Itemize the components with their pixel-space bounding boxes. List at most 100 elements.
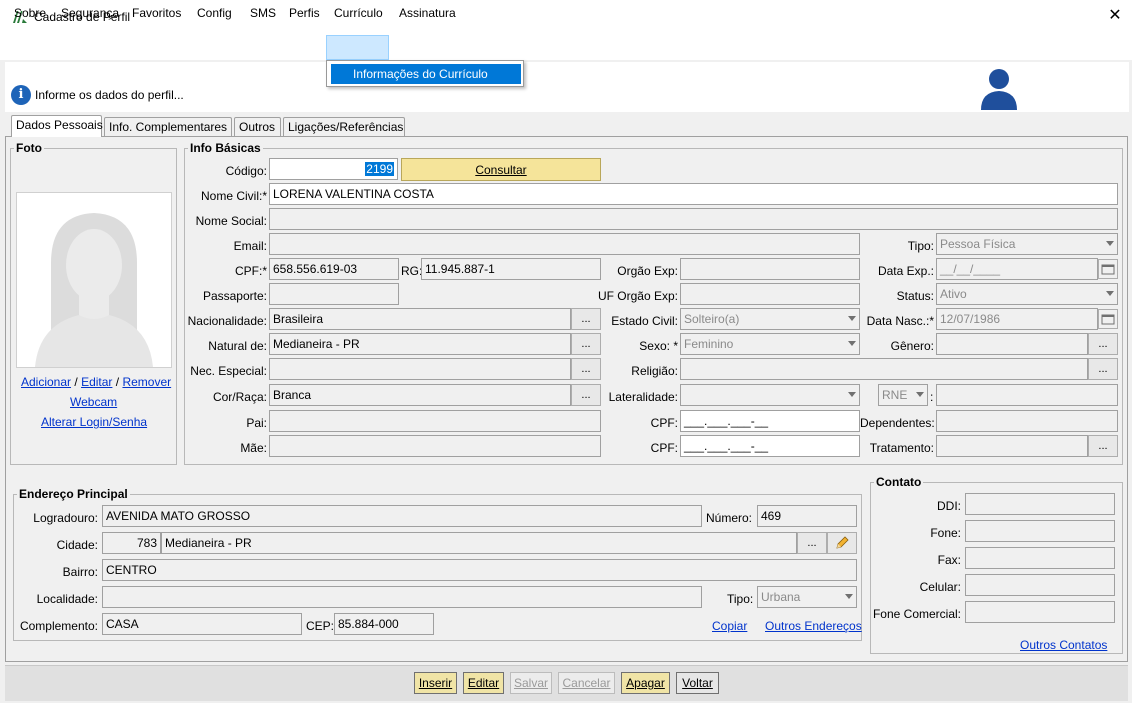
rne-input[interactable]: [936, 384, 1118, 406]
inserir-button[interactable]: Inserir: [414, 672, 457, 694]
tipo-select[interactable]: Pessoa Física: [936, 233, 1118, 255]
salvar-button[interactable]: Salvar: [510, 672, 552, 694]
logradouro-label: Logradouro:: [33, 511, 98, 525]
religiao-lookup-button[interactable]: ...: [1088, 358, 1118, 380]
localidade-input[interactable]: [102, 586, 702, 608]
tratamento-input[interactable]: [936, 435, 1088, 457]
cancelar-button[interactable]: Cancelar: [558, 672, 615, 694]
apagar-button[interactable]: Apagar: [621, 672, 670, 694]
consultar-button[interactable]: Consultar: [401, 158, 601, 181]
orgao-exp-input[interactable]: [680, 258, 860, 280]
cor-raca-input[interactable]: Branca: [269, 384, 571, 406]
cpf-mae-label: CPF:: [650, 441, 678, 455]
fax-input[interactable]: [965, 547, 1115, 569]
natural-lookup-button[interactable]: ...: [571, 333, 601, 355]
cpf-pai-input[interactable]: ___.___.___-__: [680, 410, 860, 432]
complemento-input[interactable]: CASA: [102, 613, 302, 635]
bairro-input[interactable]: CENTRO: [102, 559, 857, 581]
consultar-label: Consultar: [475, 163, 527, 177]
tratamento-lookup-button[interactable]: ...: [1088, 435, 1118, 457]
uf-orgao-input[interactable]: [680, 283, 860, 305]
endereco-tipo-select[interactable]: Urbana: [757, 586, 857, 608]
numero-input[interactable]: 469: [757, 505, 857, 527]
nacionalidade-input[interactable]: Brasileira: [269, 308, 571, 330]
calendar-icon[interactable]: [1098, 309, 1118, 329]
rne-select[interactable]: RNE: [878, 384, 928, 406]
lateralidade-select[interactable]: [680, 384, 860, 406]
data-nasc-label: Data Nasc.:*: [866, 314, 934, 328]
cpf-mae-input[interactable]: ___.___.___-__: [680, 435, 860, 457]
tab-info-complementares[interactable]: Info. Complementares: [104, 117, 232, 136]
cidade-label: Cidade:: [56, 538, 98, 552]
outros-contatos-link[interactable]: Outros Contatos: [1020, 638, 1107, 652]
cidade-code-input[interactable]: 783: [102, 532, 161, 554]
cpf-input[interactable]: 658.556.619-03: [269, 258, 399, 280]
add-photo-link[interactable]: Adicionar: [21, 375, 71, 389]
celular-input[interactable]: [965, 574, 1115, 596]
sexo-select[interactable]: Feminino: [680, 333, 860, 355]
religiao-input[interactable]: [680, 358, 1088, 380]
menu-config[interactable]: Config: [197, 6, 232, 20]
menu-sobre[interactable]: Sobre: [14, 6, 46, 20]
fone-input[interactable]: [965, 520, 1115, 542]
edit-pencil-icon[interactable]: [827, 532, 857, 554]
rg-input[interactable]: 11.945.887-1: [421, 258, 601, 280]
nec-especial-input[interactable]: [269, 358, 571, 380]
outros-enderecos-link[interactable]: Outros Endereços: [765, 619, 862, 633]
status-value: Ativo: [940, 287, 967, 301]
menu-perfis[interactable]: Perfis: [289, 6, 320, 20]
genero-lookup-button[interactable]: ...: [1088, 333, 1118, 355]
info-message: Informe os dados do perfil...: [35, 88, 184, 102]
numero-label: Número:: [706, 511, 753, 525]
menu-curriculo[interactable]: Currículo: [334, 6, 383, 20]
menu-sms[interactable]: SMS: [250, 6, 276, 20]
cor-raca-lookup-button[interactable]: ...: [571, 384, 601, 406]
change-login-link[interactable]: Alterar Login/Senha: [41, 415, 147, 429]
dependentes-input[interactable]: [936, 410, 1118, 432]
nec-especial-lookup-button[interactable]: ...: [571, 358, 601, 380]
natural-label: Natural de:: [208, 339, 267, 353]
menu-favoritos[interactable]: Favoritos: [132, 6, 181, 20]
status-select[interactable]: Ativo: [936, 283, 1118, 305]
voltar-button[interactable]: Voltar: [676, 672, 719, 694]
data-exp-input[interactable]: __/__/____: [936, 258, 1098, 280]
menu-seguranca[interactable]: Segurança: [61, 6, 119, 20]
edit-photo-link[interactable]: Editar: [81, 375, 112, 389]
email-input[interactable]: [269, 233, 860, 255]
nome-civil-input[interactable]: LORENA VALENTINA COSTA: [269, 183, 1118, 205]
mae-input[interactable]: [269, 435, 601, 457]
tab-outros[interactable]: Outros: [234, 117, 281, 136]
webcam-link[interactable]: Webcam: [70, 395, 117, 409]
natural-input[interactable]: Medianeira - PR: [269, 333, 571, 355]
editar-button[interactable]: Editar: [463, 672, 504, 694]
genero-input[interactable]: [936, 333, 1088, 355]
estado-civil-label: Estado Civil:: [611, 314, 678, 328]
profile-photo[interactable]: [16, 192, 172, 368]
menu-assinatura[interactable]: Assinatura: [399, 6, 456, 20]
sexo-label: Sexo: *: [639, 339, 678, 353]
estado-civil-select[interactable]: Solteiro(a): [680, 308, 860, 330]
copiar-link[interactable]: Copiar: [712, 619, 747, 633]
data-nasc-input[interactable]: 12/07/1986: [936, 308, 1098, 330]
chevron-down-icon: [848, 341, 856, 346]
passaporte-input[interactable]: [269, 283, 399, 305]
nacionalidade-lookup-button[interactable]: ...: [571, 308, 601, 330]
menu-item-informacoes-curriculo[interactable]: Informações do Currículo: [331, 64, 521, 84]
cidade-input[interactable]: Medianeira - PR: [161, 532, 797, 554]
ddi-input[interactable]: [965, 493, 1115, 515]
pai-input[interactable]: [269, 410, 601, 432]
chevron-down-icon: [1106, 241, 1114, 246]
fone-comercial-input[interactable]: [965, 601, 1115, 623]
remove-photo-link[interactable]: Remover: [122, 375, 171, 389]
codigo-input[interactable]: 2199: [269, 158, 398, 180]
tab-dados-pessoais[interactable]: Dados Pessoais: [11, 115, 103, 137]
close-icon[interactable]: ✕: [1104, 4, 1126, 28]
nome-social-input[interactable]: [269, 208, 1118, 230]
cep-input[interactable]: 85.884-000: [334, 613, 434, 635]
calendar-icon[interactable]: [1098, 259, 1118, 279]
logradouro-input[interactable]: AVENIDA MATO GROSSO: [102, 505, 702, 527]
cidade-lookup-button[interactable]: ...: [797, 532, 827, 554]
photo-group-title: Foto: [14, 141, 44, 155]
pai-label: Pai:: [246, 416, 267, 430]
tab-ligacoes-referencias[interactable]: Ligações/Referências: [283, 117, 405, 136]
